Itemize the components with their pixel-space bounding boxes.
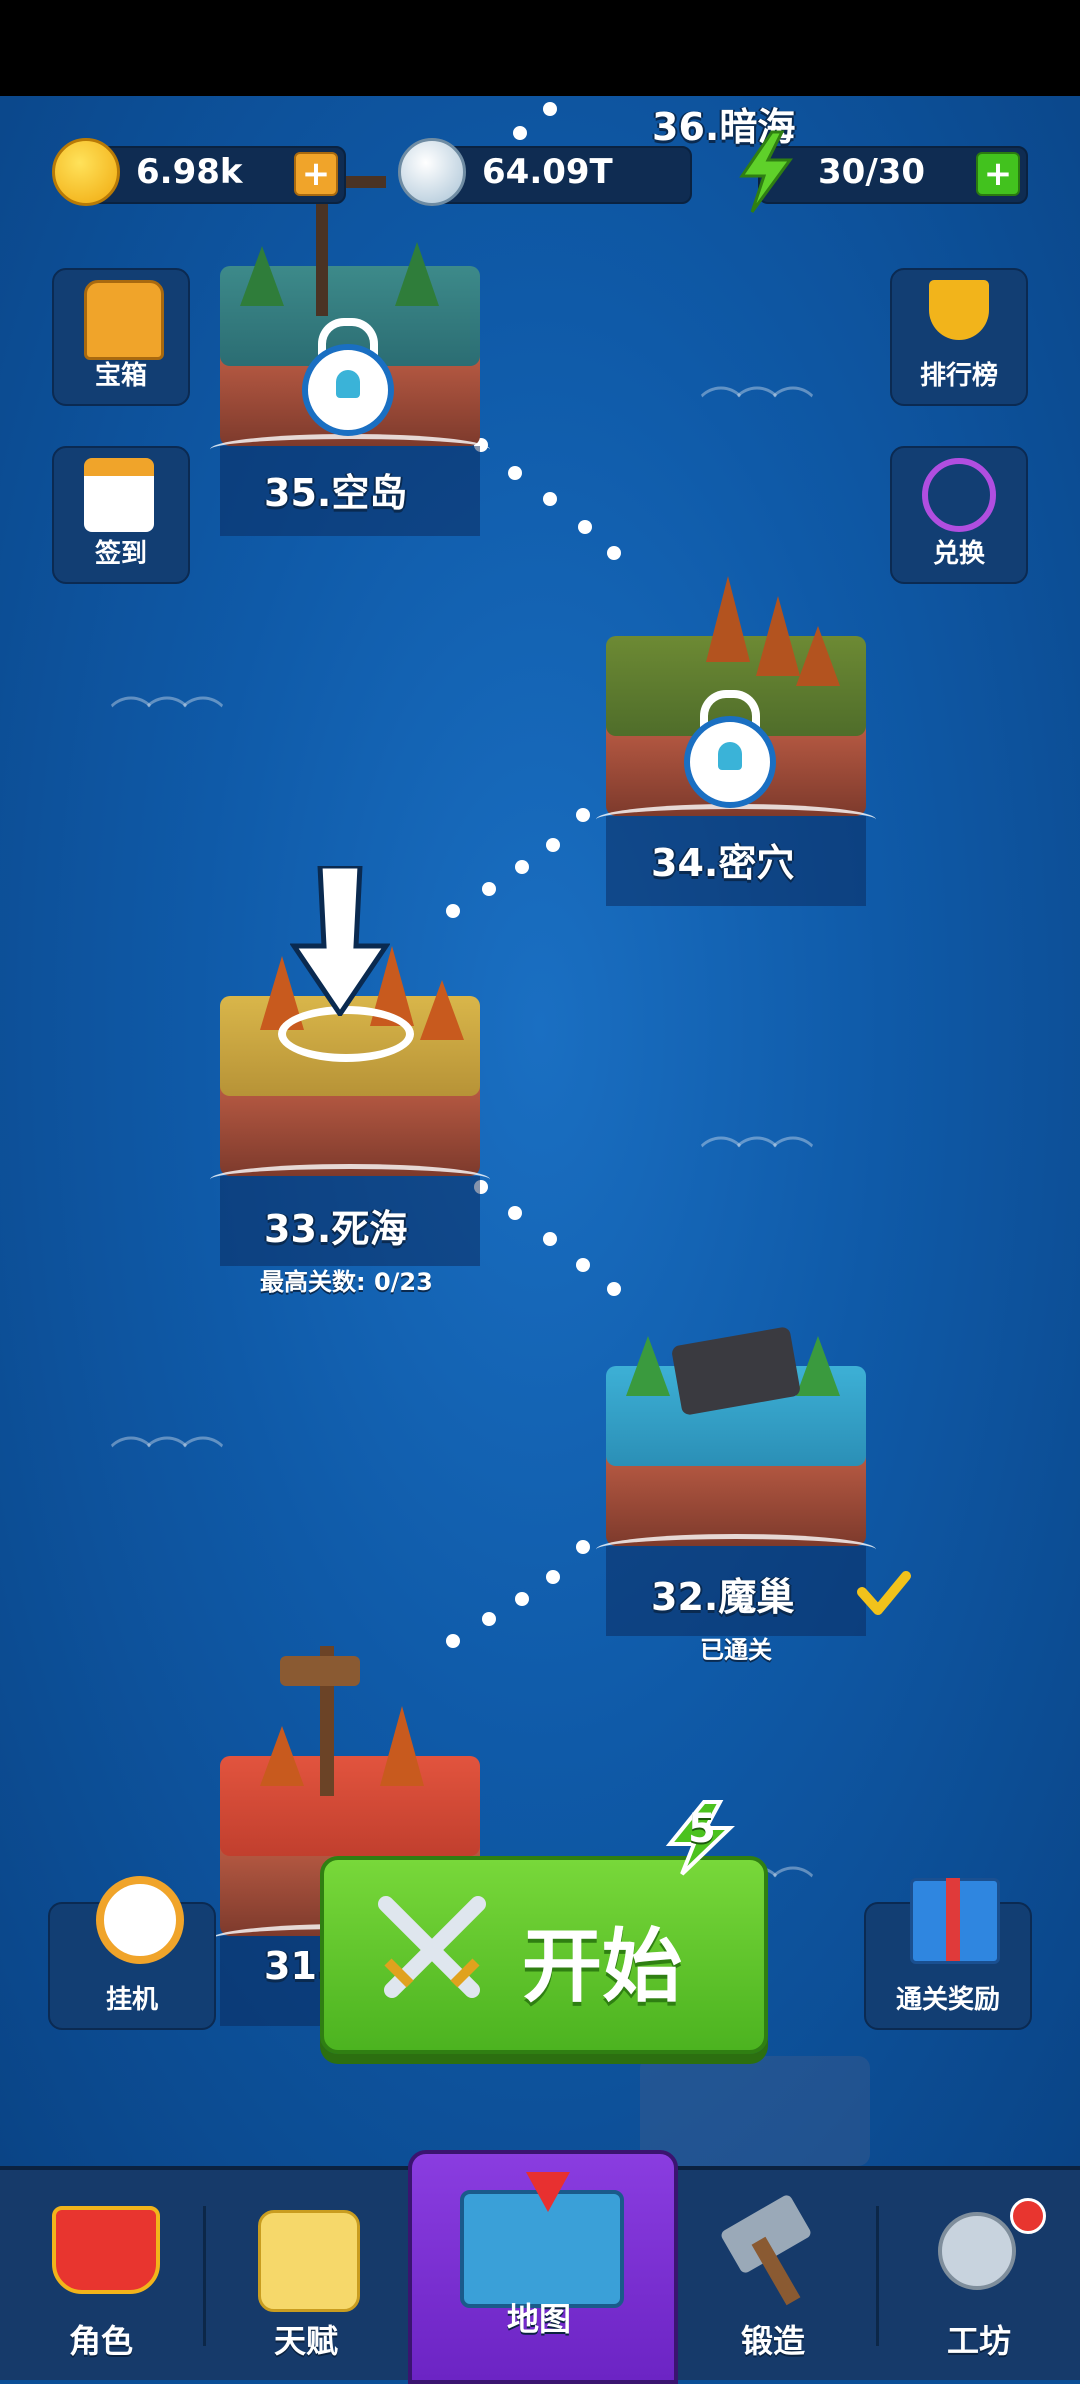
lock-icon — [302, 344, 394, 436]
trophy-icon — [929, 280, 989, 340]
path-dot — [446, 1634, 460, 1648]
cleared-text: 已通关 — [700, 1636, 772, 1664]
tree-icon — [756, 596, 800, 676]
island-cliff — [606, 1456, 866, 1546]
path-dot — [482, 1612, 496, 1626]
treasure-chest-icon — [84, 280, 164, 360]
path-dot — [576, 1540, 590, 1554]
path-dot — [576, 1258, 590, 1272]
best-level-text: 最高关数: 0/23 — [260, 1268, 433, 1296]
wave-decoration: ︵︵︵ — [700, 1105, 814, 1154]
path-dot — [578, 520, 592, 534]
island-name: 33.死海 — [264, 1207, 408, 1251]
nav-map-label: 地图 — [506, 2300, 571, 2338]
add-gold-button[interactable]: + — [294, 152, 338, 196]
nav-talent-label: 天赋 — [273, 2322, 338, 2360]
path-dot — [515, 1592, 529, 1606]
island-foam — [210, 434, 490, 465]
path-dot — [482, 882, 496, 896]
gold-coin-icon — [52, 138, 120, 206]
energy-value: 30/30 — [818, 152, 926, 192]
clear-reward-button[interactable]: 通关奖励 — [864, 1878, 1032, 2030]
screw-icon — [938, 2212, 1016, 2290]
tree-icon — [380, 1706, 424, 1786]
start-button[interactable]: 开始 — [320, 1856, 768, 2054]
island-foam — [596, 804, 876, 835]
tree-icon — [796, 626, 840, 686]
redeem-label: 兑换 — [932, 539, 985, 569]
nav-forge[interactable]: 锻造 — [672, 2166, 874, 2376]
ranking-label: 排行榜 — [919, 361, 998, 391]
island-foam — [210, 1164, 490, 1195]
path-dot — [446, 904, 460, 918]
gift-exchange-icon — [922, 458, 996, 532]
crown-icon — [52, 2206, 160, 2294]
path-dot — [543, 1232, 557, 1246]
start-label: 开始 — [522, 1920, 682, 2013]
nav-role[interactable]: 角色 — [0, 2166, 202, 2376]
map-pin-icon — [526, 2172, 570, 2212]
checkin-button[interactable]: 签到 — [52, 446, 190, 584]
chest-label: 宝箱 — [94, 361, 147, 391]
island-30-silhouette — [640, 2056, 870, 2166]
dice-icon — [258, 2210, 360, 2312]
tree-icon — [260, 1726, 304, 1786]
status-bar — [0, 0, 1080, 96]
path-dot — [576, 808, 590, 822]
add-energy-button[interactable]: + — [976, 152, 1020, 196]
island-cliff — [220, 1086, 480, 1176]
gold-value: 6.98k — [136, 152, 243, 192]
redeem-button[interactable]: 兑换 — [890, 446, 1028, 584]
path-dot — [546, 838, 560, 852]
wave-decoration: ︵︵︵ — [700, 355, 814, 404]
silver-coin-icon — [398, 138, 466, 206]
stopwatch-icon — [96, 1876, 184, 1964]
island-top — [220, 1756, 480, 1856]
tree-icon — [395, 242, 439, 306]
path-dot — [607, 1282, 621, 1296]
island-name: 32.魔巢 — [651, 1575, 795, 1619]
crossed-swords-icon — [378, 1896, 486, 1998]
path-dot — [515, 860, 529, 874]
path-dot — [607, 546, 621, 560]
ranking-button[interactable]: 排行榜 — [890, 268, 1028, 406]
lightning-icon — [739, 130, 793, 213]
idle-button[interactable]: 挂机 — [48, 1876, 216, 2030]
path-dot — [543, 492, 557, 506]
path-dot — [513, 126, 527, 140]
tree-icon — [626, 1336, 670, 1396]
chest-button[interactable]: 宝箱 — [52, 268, 190, 406]
down-arrow-icon — [290, 866, 390, 1016]
nav-map[interactable]: 地图 — [408, 2150, 670, 2376]
tree-icon — [796, 1336, 840, 1396]
lock-icon — [684, 716, 776, 808]
path-dot — [546, 1570, 560, 1584]
clear-reward-label: 通关奖励 — [895, 1985, 1000, 2015]
nav-workshop-label: 工坊 — [946, 2322, 1011, 2360]
island-name: 34.密穴 — [651, 841, 795, 885]
wave-decoration: ︵︵︵ — [110, 1405, 224, 1454]
signpost-board — [280, 1656, 360, 1686]
calendar-icon — [84, 458, 154, 532]
tree-icon — [706, 576, 750, 662]
tree-icon — [420, 980, 464, 1040]
notification-dot — [1010, 2198, 1046, 2234]
nav-talent[interactable]: 天赋 — [206, 2166, 406, 2376]
island-foam — [596, 1534, 876, 1565]
wave-decoration: ︵︵︵ — [110, 665, 224, 714]
checkin-label: 签到 — [94, 539, 147, 569]
path-dot — [543, 102, 557, 116]
nav-workshop[interactable]: 工坊 — [878, 2166, 1080, 2376]
nav-forge-label: 锻造 — [740, 2322, 805, 2360]
island-name: 35.空岛 — [264, 471, 408, 515]
gift-ribbon — [946, 1878, 960, 1961]
silver-value: 64.09T — [482, 152, 613, 192]
path-dot — [508, 1206, 522, 1220]
tree-icon — [240, 246, 284, 306]
energy-cost-value: 5 — [688, 1806, 716, 1852]
idle-label: 挂机 — [105, 1985, 158, 2015]
path-dot — [508, 466, 522, 480]
nav-role-label: 角色 — [68, 2322, 133, 2360]
checkmark-icon — [857, 1571, 911, 1615]
